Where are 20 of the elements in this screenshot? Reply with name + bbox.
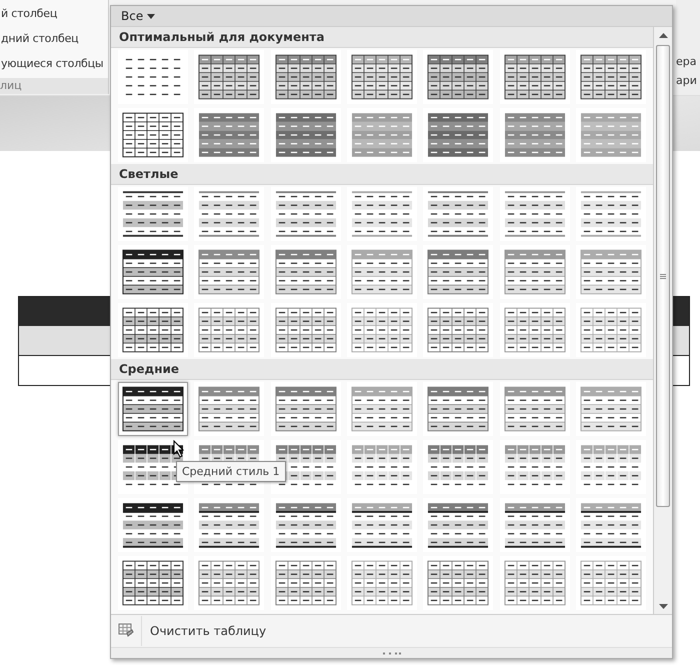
- ribbon-label: ера: [676, 55, 698, 68]
- tooltip: Средний стиль 1: [176, 461, 286, 482]
- ribbon-group-label: лиц: [0, 78, 108, 94]
- up-arrow-icon: [658, 32, 668, 38]
- down-arrow-icon: [658, 604, 668, 608]
- section-heading: Оптимальный для документа: [111, 27, 653, 48]
- section-heading: Светлые: [111, 164, 653, 185]
- filter-dropdown[interactable]: Все: [117, 9, 160, 23]
- resize-grip-icon[interactable]: [382, 652, 402, 654]
- ribbon-checkbox-label[interactable]: ующиеся столбцы: [0, 50, 108, 75]
- mouse-pointer-icon: [173, 440, 185, 458]
- ribbon-checkbox-label[interactable]: й столбец: [0, 0, 108, 25]
- caret-icon: [147, 14, 156, 18]
- section-heading: Средние: [111, 359, 653, 380]
- table-eraser-icon: [118, 623, 134, 639]
- scrollbar-thumb[interactable]: [656, 45, 670, 507]
- grip-icon: [660, 274, 666, 278]
- ribbon-checkbox-label[interactable]: дний столбец: [0, 25, 108, 50]
- ribbon-label: ари: [676, 74, 698, 87]
- clear-table-button[interactable]: Очистить таблицу: [142, 624, 266, 638]
